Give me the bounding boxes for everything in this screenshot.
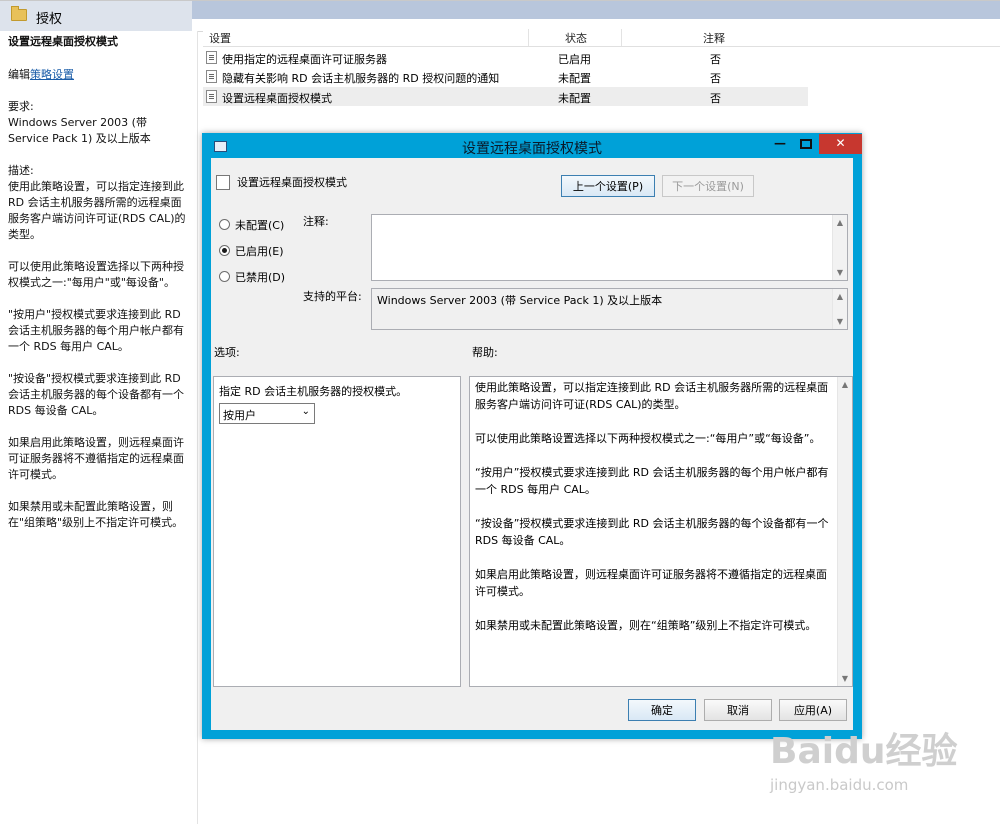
help-paragraph: 使用此策略设置，可以指定连接到此 RD 会话主机服务器所需的远程桌面服务客户端访…	[475, 381, 829, 411]
radio-enabled-label: 已启用(E)	[235, 245, 284, 258]
description-text-6: 如果禁用或未配置此策略设置，则在"组策略"级别上不指定许可模式。	[8, 500, 184, 529]
help-paragraph: 可以使用此策略设置选择以下两种授权模式之一:“每用户”或“每设备”。	[475, 432, 821, 445]
minimize-button[interactable]: —	[767, 134, 793, 154]
scroll-up-icon[interactable]: ▲	[833, 215, 847, 230]
row-setting-name: 隐藏有关影响 RD 会话主机服务器的 RD 授权问题的通知	[222, 72, 500, 85]
platform-label: 支持的平台:	[303, 290, 362, 303]
radio-not-configured[interactable]	[219, 219, 230, 230]
help-paragraph: “按设备”授权模式要求连接到此 RD 会话主机服务器的每个设备都有一个 RDS …	[475, 517, 829, 547]
help-label: 帮助:	[472, 346, 498, 359]
policy-title: 设置远程桌面授权模式	[8, 35, 118, 48]
description-text-2: 可以使用此策略设置选择以下两种授权模式之一:"每用户"或"每设备"。	[8, 260, 184, 289]
description-text-3: "按用户"授权模式要求连接到此 RD 会话主机服务器的每个用户帐户都有一个 RD…	[8, 308, 184, 353]
scroll-down-icon[interactable]: ▼	[833, 314, 847, 329]
table-row-selected[interactable]: 设置远程桌面授权模式 未配置 否	[203, 87, 808, 106]
column-state[interactable]: 状态	[565, 30, 587, 46]
help-scrollbar[interactable]: ▲ ▼	[837, 377, 852, 686]
option-caption: 指定 RD 会话主机服务器的授权模式。	[219, 385, 408, 398]
column-comment[interactable]: 注释	[703, 30, 725, 46]
maximize-button[interactable]	[793, 134, 819, 154]
row-state: 未配置	[558, 92, 591, 105]
platform-scrollbar[interactable]: ▲ ▼	[832, 289, 847, 329]
help-paragraph: “按用户”授权模式要求连接到此 RD 会话主机服务器的每个用户帐户都有一个 RD…	[475, 466, 829, 496]
row-state: 已启用	[558, 53, 591, 66]
dialog-title: 设置远程桌面授权模式	[462, 141, 602, 157]
description-text-5: 如果启用此策略设置，则远程桌面许可证服务器将不遵循指定的远程桌面许可模式。	[8, 436, 184, 481]
description-pane: 设置远程桌面授权模式 编辑策略设置 要求: Windows Server 200…	[0, 31, 198, 824]
watermark: Baidu经验 jingyan.baidu.com	[770, 722, 970, 822]
row-comment: 否	[710, 72, 721, 85]
policy-setting-icon	[206, 70, 217, 83]
page-title: 授权	[36, 12, 63, 27]
description-text-1: 使用此策略设置，可以指定连接到此 RD 会话主机服务器所需的远程桌面服务客户端访…	[8, 180, 186, 241]
edit-prefix: 编辑	[8, 68, 30, 81]
edit-policy-link[interactable]: 策略设置	[30, 68, 74, 81]
row-comment: 否	[710, 92, 721, 105]
header-right-bg	[192, 1, 1000, 19]
maximize-icon	[800, 139, 812, 149]
license-mode-value: 按用户	[223, 409, 256, 422]
policy-setting-icon	[206, 90, 217, 103]
description-label: 描述:	[8, 164, 34, 177]
radio-disabled[interactable]	[219, 271, 230, 282]
next-setting-button[interactable]: 下一个设置(N)	[662, 175, 754, 197]
header-bar: 授权	[0, 0, 1000, 32]
radio-enabled[interactable]	[219, 245, 230, 256]
help-text: 使用此策略设置，可以指定连接到此 RD 会话主机服务器所需的远程桌面服务客户端访…	[475, 379, 831, 651]
table-row[interactable]: 隐藏有关影响 RD 会话主机服务器的 RD 授权问题的通知 未配置 否	[203, 67, 808, 86]
setting-name: 设置远程桌面授权模式	[237, 176, 347, 189]
column-divider	[528, 29, 529, 46]
row-state: 未配置	[558, 72, 591, 85]
column-divider	[621, 29, 622, 46]
requirements-label: 要求:	[8, 100, 34, 113]
scroll-down-icon[interactable]: ▼	[838, 671, 852, 686]
radio-not-configured-label: 未配置(C)	[235, 219, 285, 232]
platform-value: Windows Server 2003 (带 Service Pack 1) 及…	[377, 294, 663, 307]
watermark-url: jingyan.baidu.com	[770, 776, 909, 794]
license-mode-select[interactable]: 按用户 ⌄	[219, 403, 315, 424]
description-text-4: "按设备"授权模式要求连接到此 RD 会话主机服务器的每个设备都有一个 RDS …	[8, 372, 184, 417]
column-setting[interactable]: 设置	[209, 30, 231, 46]
row-setting-name: 设置远程桌面授权模式	[222, 92, 332, 105]
help-paragraph: 如果禁用或未配置此策略设置，则在“组策略”级别上不指定许可模式。	[475, 619, 817, 632]
options-panel: 指定 RD 会话主机服务器的授权模式。 按用户 ⌄	[213, 376, 461, 687]
radio-disabled-label: 已禁用(D)	[235, 271, 286, 284]
options-label: 选项:	[214, 346, 240, 359]
close-button[interactable]: ✕	[819, 134, 862, 154]
comment-scrollbar[interactable]: ▲ ▼	[832, 215, 847, 280]
comment-label: 注释:	[303, 215, 329, 228]
apply-button[interactable]: 应用(A)	[779, 699, 847, 721]
cancel-button[interactable]: 取消	[704, 699, 772, 721]
row-comment: 否	[710, 53, 721, 66]
previous-setting-button[interactable]: 上一个设置(P)	[561, 175, 655, 197]
scroll-up-icon[interactable]: ▲	[838, 377, 852, 392]
header-left-bg	[0, 1, 192, 31]
list-column-header: 设置 状态 注释	[203, 29, 1000, 47]
row-setting-name: 使用指定的远程桌面许可证服务器	[222, 53, 387, 66]
requirements-text: Windows Server 2003 (带 Service Pack 1) 及…	[8, 116, 151, 145]
platform-box: Windows Server 2003 (带 Service Pack 1) 及…	[371, 288, 848, 330]
edit-policy-line: 编辑策略设置	[8, 67, 190, 83]
scroll-down-icon[interactable]: ▼	[833, 265, 847, 280]
chevron-down-icon: ⌄	[301, 406, 310, 417]
table-row[interactable]: 使用指定的远程桌面许可证服务器 已启用 否	[203, 48, 808, 67]
policy-setting-icon	[206, 51, 217, 64]
ok-button[interactable]: 确定	[628, 699, 696, 721]
dialog-body: 设置远程桌面授权模式 上一个设置(P) 下一个设置(N) 未配置(C) 已启用(…	[211, 158, 853, 730]
help-paragraph: 如果启用此策略设置，则远程桌面许可证服务器将不遵循指定的远程桌面许可模式。	[475, 568, 827, 598]
setting-icon	[216, 175, 230, 190]
scroll-up-icon[interactable]: ▲	[833, 289, 847, 304]
watermark-logo: Baidu经验	[770, 731, 958, 772]
comment-textarea[interactable]: ▲ ▼	[371, 214, 848, 281]
help-panel: 使用此策略设置，可以指定连接到此 RD 会话主机服务器所需的远程桌面服务客户端访…	[469, 376, 853, 687]
policy-dialog: 设置远程桌面授权模式 — ✕ 设置远程桌面授权模式 上一个设置(P) 下一个设置…	[202, 133, 862, 739]
folder-icon	[11, 6, 27, 21]
